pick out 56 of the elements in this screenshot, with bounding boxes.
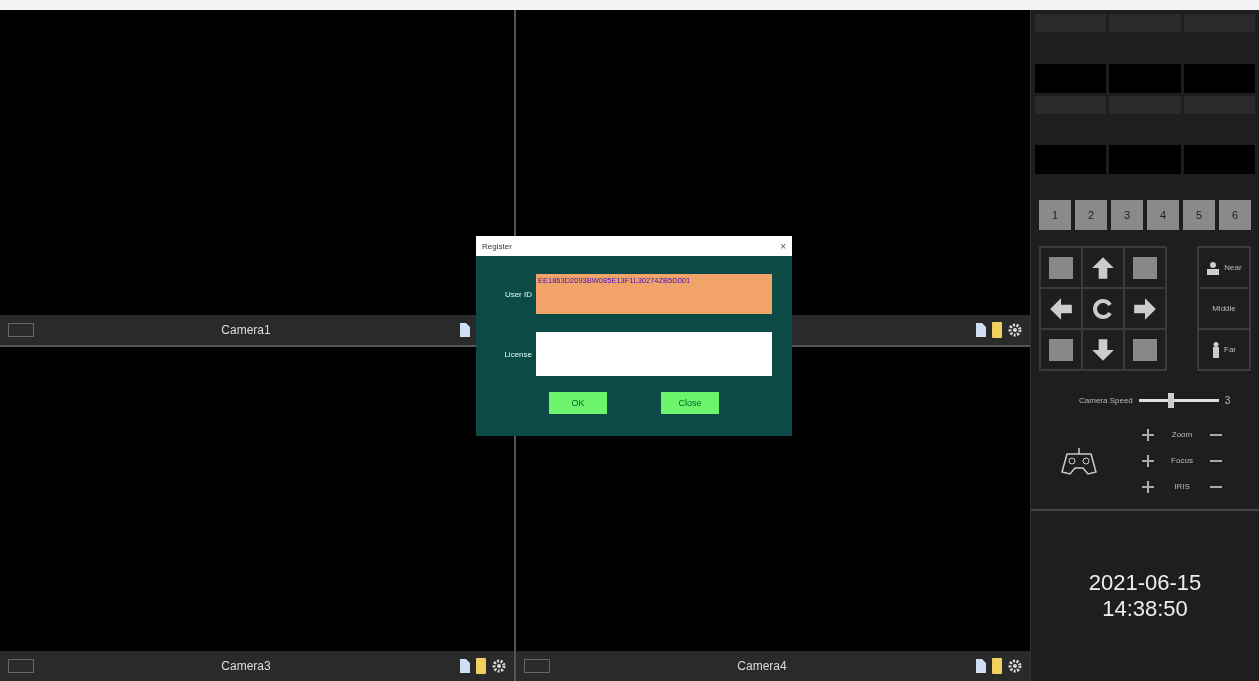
time-text: 14:38:50 — [1102, 596, 1188, 622]
copy-icon[interactable] — [974, 322, 986, 337]
camera-label: Camera1 — [221, 322, 271, 337]
copy-icon[interactable] — [458, 659, 470, 673]
person-icon — [1212, 341, 1220, 358]
lens-label: Zoom — [1170, 430, 1194, 439]
settings-icon[interactable] — [1008, 322, 1022, 337]
speed-value: 3 — [1224, 395, 1231, 406]
folder-icon[interactable] — [992, 321, 1002, 338]
rotate-button[interactable] — [1082, 288, 1124, 329]
arrow-icon — [1090, 336, 1116, 363]
diagonal-button[interactable] — [1124, 329, 1166, 370]
user-id-label: User ID — [503, 289, 532, 299]
gamepad-icon[interactable] — [1061, 445, 1097, 476]
diagonal-button[interactable] — [1040, 329, 1082, 370]
copy-icon[interactable] — [974, 659, 986, 673]
date-text: 2021-06-15 — [1088, 570, 1202, 596]
direction-button[interactable] — [1124, 288, 1166, 329]
preset-button[interactable]: 6 — [1219, 200, 1251, 230]
camera-label: Camera3 — [221, 659, 271, 673]
dialog-title: Register — [482, 241, 512, 251]
speed-label: Camera Speed — [1079, 396, 1133, 405]
thumbnail-view[interactable] — [1183, 145, 1255, 174]
close-button[interactable]: × — [780, 240, 786, 252]
thumbnail-view[interactable] — [1035, 145, 1107, 174]
preset-button[interactable]: 3 — [1111, 200, 1143, 230]
preset-button[interactable]: 2 — [1075, 200, 1107, 230]
preset-button[interactable]: 1 — [1039, 200, 1071, 230]
person-bust-icon — [1206, 260, 1221, 275]
license-field[interactable] — [536, 332, 772, 376]
record-icon[interactable] — [8, 322, 34, 337]
settings-icon[interactable] — [492, 659, 506, 673]
thumbnail-view[interactable] — [1183, 63, 1255, 93]
settings-icon[interactable] — [1008, 659, 1022, 673]
thumbnail-view[interactable] — [1035, 63, 1107, 93]
camera-label: Camera4 — [737, 659, 787, 673]
copy-icon[interactable] — [458, 322, 470, 337]
record-icon[interactable] — [524, 659, 550, 673]
license-label: License — [503, 349, 532, 359]
thumbnail-view[interactable] — [1109, 63, 1181, 93]
preset-button[interactable]: 4 — [1147, 200, 1179, 230]
lens-label: IRIS — [1173, 482, 1191, 491]
close-dialog-button[interactable]: Close — [661, 392, 719, 414]
ok-button[interactable]: OK — [549, 392, 607, 414]
record-icon[interactable] — [8, 659, 34, 673]
distance-button[interactable]: Far — [1198, 329, 1250, 370]
lens-label: Focus — [1170, 456, 1194, 465]
direction-button[interactable] — [1082, 329, 1124, 370]
direction-button[interactable] — [1040, 288, 1082, 329]
distance-button[interactable]: Near — [1198, 247, 1250, 288]
distance-button[interactable]: Middle — [1198, 288, 1250, 329]
diagonal-button[interactable] — [1040, 247, 1082, 288]
direction-button[interactable] — [1082, 247, 1124, 288]
thumbnail-view[interactable] — [1109, 145, 1181, 174]
preset-button[interactable]: 5 — [1183, 200, 1215, 230]
diagonal-button[interactable] — [1124, 247, 1166, 288]
